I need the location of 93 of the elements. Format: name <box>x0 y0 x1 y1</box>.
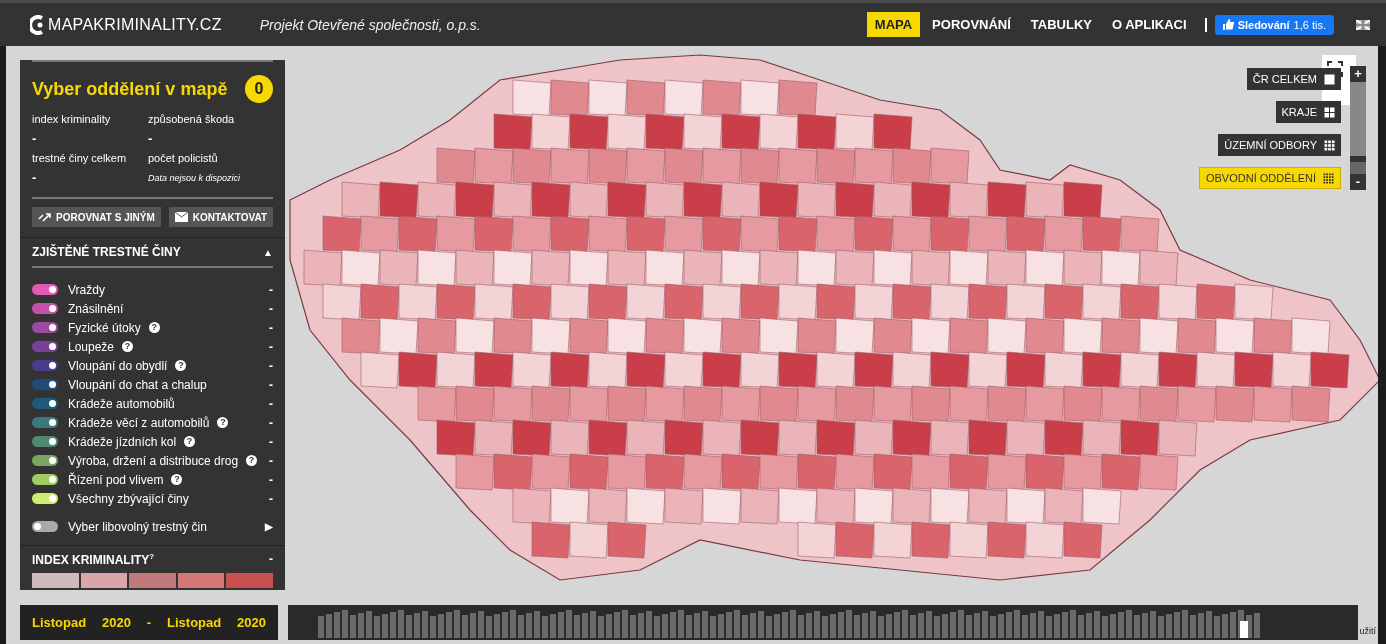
crime-label: Všechny zbývající činy <box>68 491 189 506</box>
layer-button[interactable]: OBVODNÍ ODDĚLENÍ <box>1198 167 1341 189</box>
help-button[interactable]: ? <box>171 474 183 485</box>
toggle-switch[interactable] <box>32 341 58 352</box>
panel-title: Vyber oddělení v mapě <box>32 78 228 100</box>
flag-icon[interactable] <box>1356 19 1370 30</box>
toggle-switch[interactable] <box>32 474 58 485</box>
nav-tab[interactable]: MAPA <box>866 12 921 37</box>
map-drawing[interactable] <box>289 54 1378 581</box>
toggle-switch[interactable] <box>32 417 58 428</box>
grid-icon <box>1323 172 1334 184</box>
help-button[interactable]: ? <box>184 436 196 447</box>
help-button[interactable]: ? <box>175 360 187 371</box>
crime-label: Krádeže automobilů <box>68 396 175 411</box>
layer-button[interactable]: ČR CELKEM <box>1246 68 1341 90</box>
section-title: ZJIŠTĚNÉ TRESTNÉ ČINY <box>32 245 181 259</box>
crime-label[interactable]: Vyber libovolný trestný čin <box>68 519 207 534</box>
toggle-switch[interactable] <box>32 360 58 371</box>
toggle-switch[interactable] <box>32 284 58 295</box>
crime-value: - <box>269 320 273 335</box>
crime-value: - <box>269 491 273 506</box>
crime-value: - <box>269 453 273 468</box>
logo-text[interactable]: MAPAKRIMINALITY.CZ <box>48 15 222 34</box>
nav-tab[interactable]: POROVNÁNÍ <box>924 12 1019 37</box>
toggle-switch[interactable] <box>32 455 58 466</box>
index-value: - <box>269 552 273 567</box>
action-button[interactable]: KONTAKTOVAT <box>168 207 273 227</box>
crime-value: - <box>269 434 273 449</box>
timeline-handle[interactable] <box>1240 621 1248 638</box>
arrows-icon <box>38 212 51 222</box>
help-button[interactable]: ? <box>122 341 134 352</box>
crime-label: Vloupání do obydlí <box>68 358 168 373</box>
crime-label: Řízení pod vlivem <box>68 472 164 487</box>
toggle-switch[interactable] <box>32 398 58 409</box>
toggle-switch[interactable] <box>32 303 58 314</box>
crime-label: Fyzické útoky <box>68 320 141 335</box>
help-button[interactable]: ? <box>246 455 258 466</box>
action-button[interactable]: POROVNAT S JINÝM <box>32 207 161 227</box>
stat-label: trestné činy celkem <box>32 152 128 164</box>
crime-label: Vraždy <box>68 282 105 297</box>
stat-label: index kriminality <box>32 113 112 125</box>
stat-value: - <box>32 170 38 185</box>
subtitle: Projekt Otevřené společnosti, o.p.s. <box>259 16 481 33</box>
timeline-histogram-drawing[interactable] <box>318 610 1260 638</box>
crime-label: Krádeže věcí z automobilů <box>68 415 210 430</box>
collapse-arrow[interactable]: ▲ <box>263 246 273 258</box>
crime-value: - <box>269 396 273 411</box>
crime-label: Znásilnění <box>68 301 124 316</box>
crime-value: - <box>269 358 273 373</box>
grid-icon <box>1324 139 1335 151</box>
grid-icon <box>1324 106 1335 118</box>
crime-label: Výroba, držení a distribuce drog <box>68 453 239 468</box>
follow-button[interactable]: Sledování 1,6 tis. <box>1214 14 1334 35</box>
nav-tab[interactable]: TABULKY <box>1022 12 1100 37</box>
toggle-switch[interactable] <box>32 322 58 333</box>
attribution-link[interactable]: užití <box>1359 626 1376 636</box>
crime-value: - <box>269 472 273 487</box>
crime-value: - <box>269 415 273 430</box>
crime-label: Vloupání do chat a chalup <box>68 377 207 392</box>
year-label[interactable]: 2020 <box>237 615 266 630</box>
month-label[interactable]: Listopad <box>167 615 222 630</box>
crime-value: - <box>269 301 273 316</box>
toggle-switch[interactable] <box>32 436 58 447</box>
help-button[interactable]: ? <box>148 322 160 333</box>
stat-note: Data nejsou k dispozici <box>148 173 242 183</box>
nav-tab[interactable]: O APLIKACI <box>1104 12 1195 37</box>
crime-value: - <box>269 377 273 392</box>
crime-label: Krádeže jízdních kol <box>68 434 177 449</box>
count-badge: 0 <box>245 75 273 103</box>
toggle-switch[interactable] <box>32 379 58 390</box>
toggle-switch[interactable] <box>32 493 58 504</box>
mail-icon <box>174 212 188 222</box>
zoom-in-button[interactable]: + <box>1350 66 1366 82</box>
layer-button[interactable]: ÚZEMNÍ ODBORY <box>1218 134 1341 156</box>
crime-value: - <box>269 339 273 354</box>
stat-value: - <box>148 131 154 146</box>
crime-label: Loupeže <box>68 339 115 354</box>
zoom-out-button[interactable]: - <box>1350 174 1366 190</box>
toggle-switch[interactable] <box>32 521 58 532</box>
stat-label: způsobená škoda <box>148 113 236 125</box>
month-label[interactable]: Listopad <box>32 615 87 630</box>
logo-icon <box>30 14 46 35</box>
help-button[interactable]: ? <box>217 417 229 428</box>
index-title: INDEX KRIMINALITY$^{?}$ <box>32 552 155 567</box>
stat-value: - <box>32 131 38 146</box>
expand-arrow[interactable]: ▶ <box>265 521 273 532</box>
thumbs-up-icon <box>1222 19 1234 30</box>
stat-label: počet policistů <box>148 152 219 164</box>
grid-icon <box>1324 73 1335 85</box>
range-separator: - <box>146 615 152 630</box>
layer-button[interactable]: KRAJE <box>1275 101 1341 123</box>
year-label[interactable]: 2020 <box>102 615 131 630</box>
crime-value: - <box>269 282 273 297</box>
